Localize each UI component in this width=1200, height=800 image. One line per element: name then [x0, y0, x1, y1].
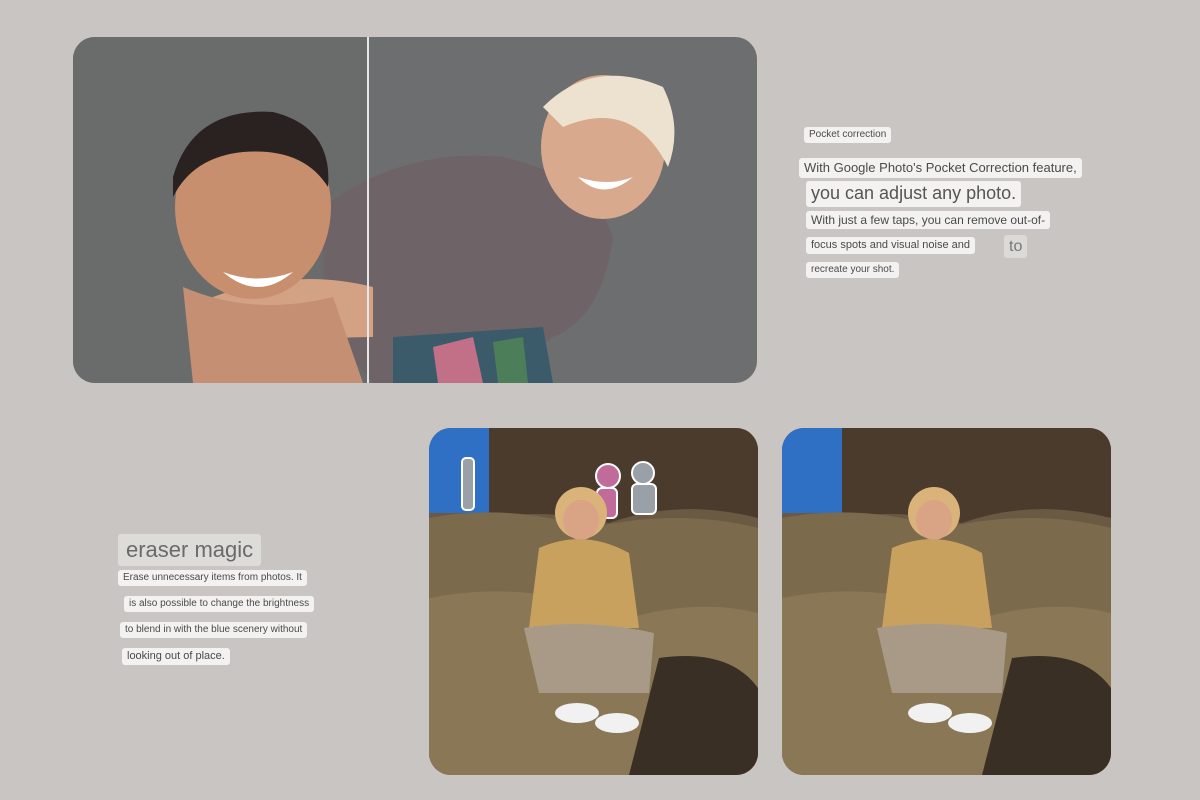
eraser-magic-line4: looking out of place. — [122, 648, 230, 666]
eraser-magic-title: eraser magic — [118, 534, 262, 567]
pocket-correction-line4: focus spots and visual noise and — [806, 237, 975, 255]
pocket-correction-line1: With Google Photo's Pocket Correction fe… — [799, 158, 1082, 178]
eraser-before-photo — [429, 428, 758, 775]
eraser-magic-line2: is also possible to change the brightnes… — [124, 596, 315, 612]
eraser-magic-line3: to blend in with the blue scenery withou… — [120, 622, 308, 638]
pocket-correction-line5: recreate your shot. — [806, 262, 900, 278]
pocket-correction-line2: you can adjust any photo. — [806, 181, 1022, 207]
pocket-correction-photo — [73, 37, 757, 383]
eraser-after-photo — [782, 428, 1111, 775]
pocket-correction-line4-tail: to — [1004, 235, 1028, 259]
pocket-correction-label: Pocket correction — [804, 127, 892, 143]
pocket-correction-line3: With just a few taps, you can remove out… — [806, 211, 1051, 230]
eraser-magic-line1: Erase unnecessary items from photos. It — [118, 570, 307, 586]
